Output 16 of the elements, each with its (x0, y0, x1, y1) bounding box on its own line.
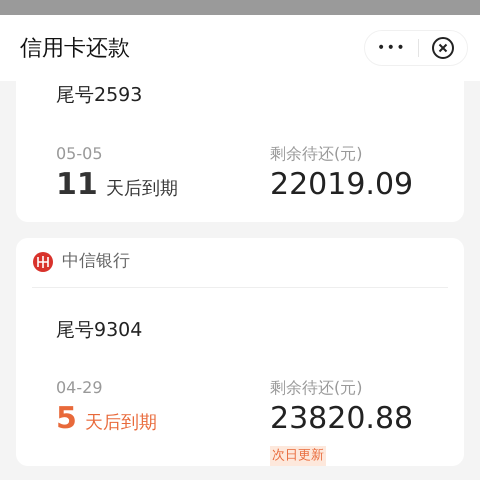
page-title: 信用卡还款 (20, 34, 130, 62)
due-countdown: 11 天后到期 (56, 170, 179, 202)
remaining-amount: 22019.09 (270, 170, 414, 200)
bank-logo-icon (32, 251, 54, 273)
due-countdown: 5 天后到期 (56, 404, 158, 436)
update-badge: 次日更新 (270, 446, 326, 466)
card-number: 尾号9304 (56, 318, 144, 342)
remaining-amount: 23820.88 (270, 404, 414, 434)
close-icon[interactable] (431, 36, 455, 60)
card-number: 尾号2593 (56, 83, 144, 108)
due-date: 04-29 (56, 377, 104, 399)
bank-name: 中信银行 (62, 250, 130, 274)
more-button[interactable]: ••• (377, 38, 406, 58)
due-date: 05-05 (56, 142, 104, 164)
remaining-label: 剩余待还(元) (270, 142, 364, 164)
remaining-label: 剩余待还(元) (270, 377, 364, 399)
